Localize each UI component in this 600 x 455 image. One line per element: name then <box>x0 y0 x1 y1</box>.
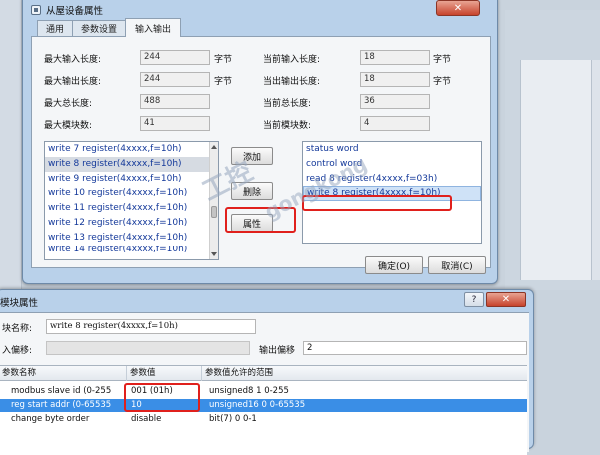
max-input-length-label: 最大输入长度: <box>44 55 102 65</box>
device-properties-dialog: 从屋设备属性 ✕ 通用 参数设置 输入输出 最大输入长度: 244 字节 最大输… <box>22 0 498 284</box>
scroll-up-icon[interactable] <box>211 145 217 149</box>
column-header[interactable]: 参数值允许的范围 <box>202 366 527 381</box>
table-row[interactable]: change byte order disable bit(7) 0 0-1 <box>0 413 527 426</box>
list-item[interactable]: control word <box>303 157 481 172</box>
help-button[interactable]: ? <box>464 292 484 307</box>
background-scrollbar[interactable] <box>591 60 600 280</box>
list-item[interactable]: write 13 register(4xxxx,f=10h) <box>45 231 218 246</box>
current-output-length-label: 当出输出长度: <box>263 77 321 87</box>
module-properties-dialog: 模块属性 ? ✕ 块名称: write 8 register(4xxxx,f=1… <box>0 289 534 455</box>
unit-label: 字节 <box>433 77 452 87</box>
list-item[interactable]: status word <box>303 142 481 157</box>
list-item[interactable]: read 8 register(4xxxx,f=03h) <box>303 172 481 187</box>
close-icon: ✕ <box>501 294 511 305</box>
table-row-selected[interactable]: reg start addr (0-65535 10 unsigned16 0 … <box>0 399 527 412</box>
current-modules-field: 4 <box>360 116 430 131</box>
cancel-button[interactable]: 取消(C) <box>428 256 486 274</box>
background-pane <box>520 60 600 280</box>
unit-label: 字节 <box>214 77 233 87</box>
param-range: unsigned16 0 0-65535 <box>209 400 306 410</box>
table-header: 参数名称 参数值 参数值允许的范围 <box>0 366 527 381</box>
tab-panel-io: 最大输入长度: 244 字节 最大输出长度: 244 字节 最大总长度: 488… <box>31 36 491 268</box>
param-value[interactable]: 001 (01h) <box>131 385 201 398</box>
close-icon: ✕ <box>453 2 463 14</box>
column-header[interactable]: 参数值 <box>127 366 202 381</box>
output-offset-field[interactable]: 2 <box>303 341 527 355</box>
ok-button[interactable]: 确定(O) <box>365 256 423 274</box>
parameter-table[interactable]: 参数名称 参数值 参数值允许的范围 modbus slave id (0-255… <box>0 365 527 455</box>
tab-general[interactable]: 通用 <box>37 20 73 36</box>
param-name: change byte order <box>11 414 90 424</box>
current-modules-label: 当前模块数: <box>263 121 312 131</box>
delete-button[interactable]: 删除 <box>231 182 273 200</box>
close-button[interactable]: ✕ <box>486 292 526 307</box>
current-input-length-label: 当前输入长度: <box>263 55 321 65</box>
app-icon <box>31 5 41 15</box>
list-item-selected[interactable]: write 8 register(4xxxx,f=10h) <box>45 156 218 172</box>
dialog-title: 从屋设备属性 <box>46 6 104 17</box>
background-panel <box>0 0 22 290</box>
current-input-length-field: 18 <box>360 50 430 65</box>
current-total-length-label: 当前总长度: <box>263 99 312 109</box>
output-offset-label: 输出偏移 <box>259 346 296 356</box>
unit-label: 字节 <box>214 55 233 65</box>
param-value[interactable]: disable <box>131 413 201 426</box>
max-modules-label: 最大模块数: <box>44 121 93 131</box>
max-total-length-label: 最大总长度: <box>44 99 93 109</box>
list-item[interactable]: write 11 register(4xxxx,f=10h) <box>45 201 218 216</box>
tab-parameters[interactable]: 参数设置 <box>72 20 126 36</box>
column-header[interactable]: 参数名称 <box>0 366 127 381</box>
dialog-title-bar: 从屋设备属性 <box>31 3 103 17</box>
param-name: reg start addr (0-65535 <box>11 400 112 410</box>
table-row[interactable]: modbus slave id (0-255 001 (01h) unsigne… <box>0 385 527 398</box>
current-output-length-field: 18 <box>360 72 430 87</box>
scroll-thumb[interactable] <box>211 206 217 218</box>
module-properties-body: 块名称: write 8 register(4xxxx,f=10h) 入偏移: … <box>0 312 529 455</box>
scroll-down-icon[interactable] <box>211 252 217 256</box>
properties-button[interactable]: 属性 <box>231 214 273 232</box>
current-total-length-field: 36 <box>360 94 430 109</box>
available-modules-list[interactable]: write 7 register(4xxxx,f=10h) write 8 re… <box>44 141 219 260</box>
max-output-length-field: 244 <box>140 72 210 87</box>
tab-control: 通用 参数设置 输入输出 最大输入长度: 244 字节 最大输出长度: 244 … <box>31 18 491 280</box>
param-name: modbus slave id (0-255 <box>11 386 112 396</box>
module-name-field[interactable]: write 8 register(4xxxx,f=10h) <box>46 319 256 334</box>
list-scrollbar[interactable] <box>209 142 218 259</box>
max-output-length-label: 最大输出长度: <box>44 77 102 87</box>
help-icon: ? <box>471 294 477 305</box>
param-range: unsigned8 1 0-255 <box>209 386 289 396</box>
dialog-title: 模块属性 <box>0 298 39 309</box>
input-offset-label: 入偏移: <box>2 346 33 356</box>
configured-modules-list[interactable]: status word control word read 8 register… <box>302 141 482 244</box>
add-button[interactable]: 添加 <box>231 147 273 165</box>
max-total-length-field: 488 <box>140 94 210 109</box>
tab-io[interactable]: 输入输出 <box>125 18 181 37</box>
close-button[interactable]: ✕ <box>436 0 480 16</box>
list-item-selected[interactable]: write 8 register(4xxxx,f=10h) <box>303 186 481 202</box>
list-item[interactable]: write 12 register(4xxxx,f=10h) <box>45 216 218 231</box>
unit-label: 字节 <box>433 55 452 65</box>
list-item[interactable]: write 14 register(4xxxx,f=10h) <box>45 246 218 252</box>
module-name-label: 块名称: <box>2 324 33 334</box>
max-input-length-field: 244 <box>140 50 210 65</box>
param-value[interactable]: 10 <box>131 399 201 412</box>
input-offset-field <box>46 341 250 355</box>
max-modules-field: 41 <box>140 116 210 131</box>
list-item[interactable]: write 7 register(4xxxx,f=10h) <box>45 142 218 157</box>
param-range: bit(7) 0 0-1 <box>209 414 257 424</box>
list-item[interactable]: write 10 register(4xxxx,f=10h) <box>45 186 218 201</box>
list-item[interactable]: write 9 register(4xxxx,f=10h) <box>45 172 218 187</box>
